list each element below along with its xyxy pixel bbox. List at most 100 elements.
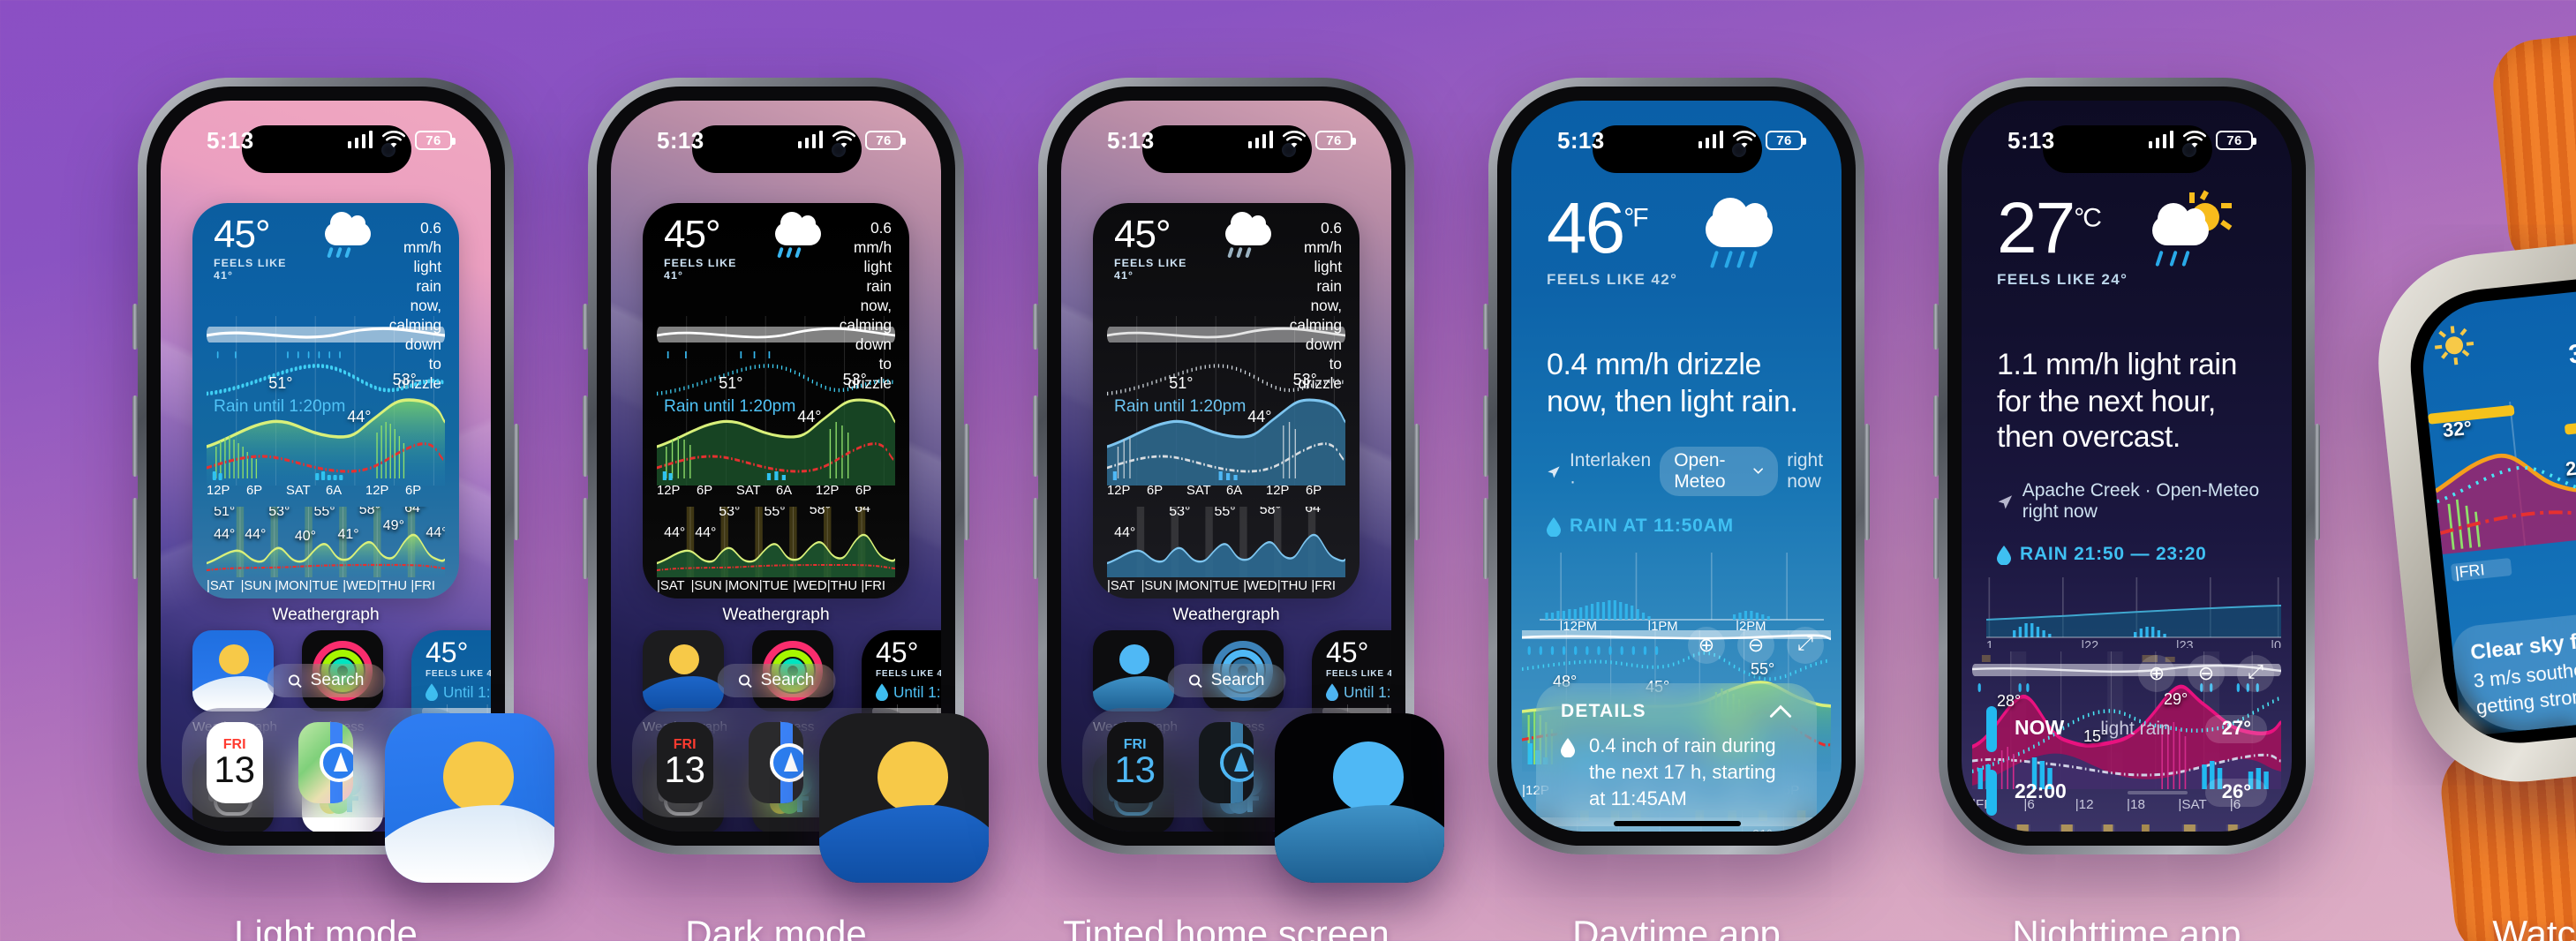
day-temp-label: 49°: [382, 516, 404, 533]
cloud-rain-icon: [322, 212, 375, 265]
hour-condition: light rain: [2100, 719, 2171, 740]
mute-switch[interactable]: [1033, 304, 1038, 350]
location-name: Apache Creek · Open-Meteo right now: [2022, 480, 2260, 523]
volume-up-button[interactable]: [1933, 395, 1939, 477]
weathergraph-icon-tinted-large: [1275, 713, 1444, 883]
status-time: 5:13: [1557, 126, 1605, 153]
weathergraph-large-widget[interactable]: 45° FEELS LIKE 41° 0.6 mm/h light rain n…: [1093, 203, 1360, 598]
small-widget-until: Until 1:20pm: [893, 683, 941, 701]
forecast-summary: 1.1 mm/h light rain for the next hour, t…: [1997, 348, 2238, 455]
status-time: 5:13: [657, 126, 704, 153]
volume-up-button[interactable]: [583, 395, 588, 477]
caption-tinted: Tinted home screen: [1063, 915, 1390, 941]
small-widget-feels: FEELS LIKE 41°: [1326, 669, 1391, 680]
power-button[interactable]: [1864, 424, 1870, 540]
zoom-in-icon[interactable]: ⊕: [2138, 655, 2175, 692]
list-item[interactable]: 22:00 26°: [1986, 761, 2267, 824]
widget-hour-axis: 12P 6P SAT 6A 12P 6P: [657, 482, 872, 498]
volume-up-button[interactable]: [1483, 395, 1488, 477]
chart-zoom-controls: ⊕ ⊖ ⤢: [2138, 655, 2274, 692]
volume-up-button[interactable]: [132, 395, 138, 477]
volume-down-button[interactable]: [1033, 498, 1038, 579]
details-header: DETAILS: [1561, 701, 1646, 723]
chevron-up-icon[interactable]: [1769, 705, 1792, 719]
search-label: Search: [310, 671, 365, 690]
watch-details-panel[interactable]: Clear sky for 3 days. 3 m/s southeastern…: [2450, 594, 2576, 737]
maps-app-icon[interactable]: [298, 722, 354, 803]
calendar-app-icon[interactable]: FRI 13: [207, 722, 263, 803]
mute-switch[interactable]: [1483, 304, 1488, 350]
power-button[interactable]: [514, 424, 519, 540]
hour-temp-label: 53°: [842, 370, 867, 388]
power-button[interactable]: [964, 424, 969, 540]
weathergraph-large-widget[interactable]: 45° FEELS LIKE 41° 0.6 mm/h light rain n…: [643, 203, 909, 598]
weathergraph-large-widget[interactable]: 45° FEELS LIKE 41° 0.6 mm/h light rain n…: [192, 203, 459, 598]
day-temp-label: 44°: [1114, 524, 1136, 541]
maps-app-icon[interactable]: [1198, 722, 1254, 803]
calendar-app-icon[interactable]: FRI 13: [1107, 722, 1164, 803]
day-temp-label: 58°: [1259, 507, 1281, 517]
day-temp-label: 58°: [809, 507, 831, 517]
wifi-icon: [381, 130, 406, 147]
details-panel[interactable]: DETAILS 0.4 inch of rain during the next…: [1536, 683, 1817, 832]
list-item[interactable]: NOW light rain 27°: [1986, 697, 2267, 761]
mute-switch[interactable]: [132, 304, 138, 350]
volume-down-button[interactable]: [1483, 498, 1488, 579]
status-bar: 5:13 76: [1061, 101, 1391, 178]
day-temp-label: 53°: [268, 507, 290, 520]
weathergraph-app-icon: [1093, 630, 1174, 711]
location-row[interactable]: Apache Creek · Open-Meteo right now: [1997, 480, 2292, 523]
search-pill[interactable]: Search: [266, 664, 386, 697]
zoom-in-icon[interactable]: ⊕: [1688, 627, 1725, 664]
small-widget-temp: 45°: [426, 639, 469, 669]
day-temp-label: 55°: [1214, 507, 1236, 519]
rain-alert: RAIN AT 11:50AM: [1547, 516, 1734, 537]
volume-up-button[interactable]: [1033, 395, 1038, 477]
mute-switch[interactable]: [583, 304, 588, 350]
zoom-out-icon[interactable]: ⊖: [2188, 655, 2225, 692]
day-temp-label: 53°: [1169, 507, 1191, 520]
location-row: Interlaken · Open-Meteo right now: [1547, 447, 1842, 496]
volume-down-button[interactable]: [583, 498, 588, 579]
water-drop-icon: [1997, 545, 2011, 564]
calendar-app-icon[interactable]: FRI 13: [657, 722, 713, 803]
widget-daily-chart: 44° 44° 53° 55° 58° 64°: [657, 507, 895, 577]
mute-switch[interactable]: [1933, 304, 1939, 350]
caption-dark-mode: Dark mode: [685, 915, 867, 941]
hour-temp: 27°: [2205, 715, 2267, 743]
search-pill[interactable]: Search: [1166, 664, 1286, 697]
widget-name: Weathergraph: [722, 606, 830, 625]
volume-down-button[interactable]: [1933, 498, 1939, 579]
volume-down-button[interactable]: [132, 498, 138, 579]
widget-hourly-chart: 51° 44° 53°: [207, 316, 445, 486]
status-bar: 5:13 76: [1962, 101, 2292, 178]
source-selector[interactable]: Open-Meteo: [1660, 447, 1779, 496]
battery-icon: 76: [1766, 130, 1807, 149]
widget-feels-like: FEELS LIKE 41°: [1114, 257, 1187, 282]
hour-temp: 26°: [2205, 779, 2267, 807]
status-time: 5:13: [207, 126, 254, 153]
cellular-bars-icon: [347, 131, 373, 148]
search-label: Search: [1210, 671, 1265, 690]
cellular-bars-icon: [1247, 131, 1273, 148]
wifi-icon: [1732, 130, 1757, 147]
power-button[interactable]: [1414, 424, 1420, 540]
hour-temp-label: 51°: [268, 373, 293, 392]
weathergraph-app-icon: [192, 630, 274, 711]
widget-day-axis: |SAT |SUN |MON |TUE |WED |THU |FRI: [207, 577, 436, 593]
expand-icon[interactable]: ⤢: [2237, 655, 2274, 692]
hour-temp-label: 44°: [347, 407, 372, 425]
day-temp-label: 53°: [719, 507, 741, 520]
expand-icon[interactable]: ⤢: [1787, 627, 1824, 664]
search-pill[interactable]: Search: [716, 664, 836, 697]
maps-app-icon[interactable]: [748, 722, 804, 803]
power-button[interactable]: [2315, 424, 2320, 540]
day-temp-label: 64°: [1305, 507, 1327, 516]
day-temp-label: 44°: [245, 526, 267, 543]
caption-light-mode: Light mode: [234, 915, 418, 941]
search-icon: [737, 674, 751, 688]
small-widget-until: Until 1:20pm: [443, 683, 491, 701]
cellular-bars-icon: [1698, 131, 1723, 148]
zoom-out-icon[interactable]: ⊖: [1737, 627, 1774, 664]
battery-icon: 76: [415, 130, 456, 149]
